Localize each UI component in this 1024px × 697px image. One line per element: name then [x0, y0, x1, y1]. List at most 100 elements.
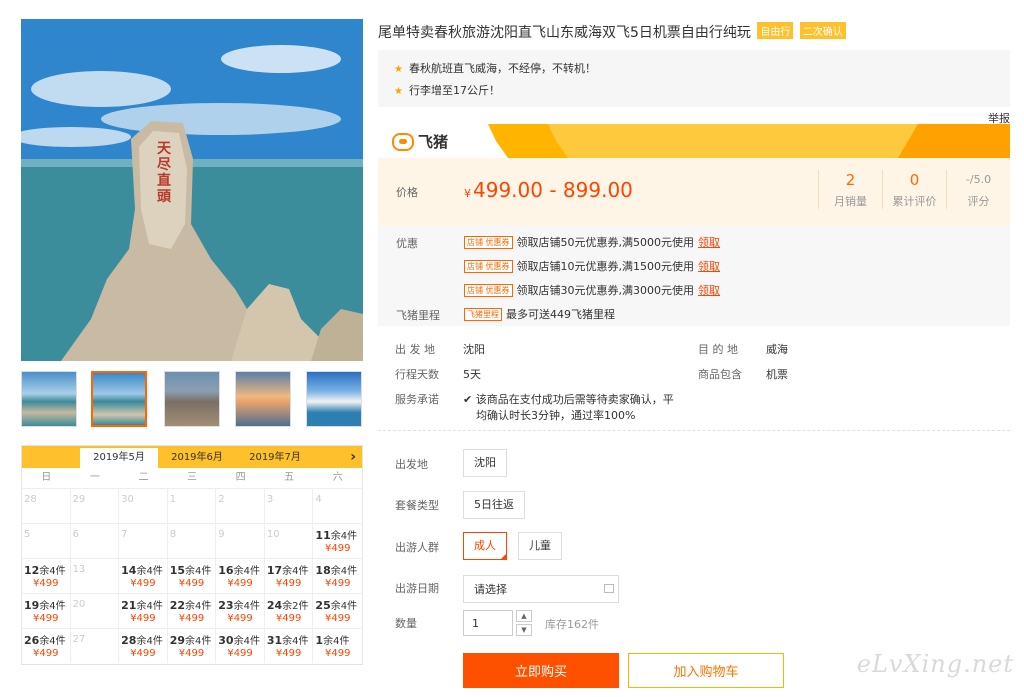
departure-option-button[interactable]: 沈阳 [463, 449, 507, 477]
coupon-row: 店铺 优惠券 领取店铺50元优惠券,满5000元使用 领取 [464, 234, 720, 250]
calendar-day-cell: 9 [216, 523, 265, 558]
stat-label: 累计评价 [892, 195, 937, 208]
quantity-input[interactable] [463, 610, 513, 636]
calendar-day-cell[interactable]: 24余2件 ¥499 [264, 593, 314, 628]
chevron-right-icon[interactable]: › [350, 446, 356, 468]
info-key: 商品包含 [698, 368, 742, 381]
travel-date-input[interactable] [463, 575, 619, 603]
buy-now-button[interactable]: 立即购买 [463, 653, 619, 688]
calendar-day-cell[interactable]: 30余4件 ¥499 [216, 628, 265, 663]
calendar-day-top: 29余4件 [170, 632, 214, 647]
calendar-day-cell[interactable]: 1余4件 ¥499 [313, 628, 362, 663]
calendar-day-top: 2 [218, 492, 262, 505]
section-divider [378, 430, 1010, 431]
calendar-day-stock: 余4件 [233, 566, 260, 577]
calendar-day-cell[interactable]: 15余4件 ¥499 [167, 558, 217, 593]
thumbnail-3[interactable] [164, 371, 220, 427]
currency-symbol: ¥ [464, 187, 471, 200]
calendar-day-stock: 余4件 [233, 601, 260, 612]
calendar-day-cell[interactable]: 11余4件 ¥499 [313, 523, 362, 558]
calendar-day-price: ¥499 [178, 648, 205, 659]
calendar-day-price: ¥499 [227, 613, 253, 624]
calendar-day-cell: 2 [216, 488, 265, 523]
calendar-day-number: 5 [24, 529, 31, 540]
calendar-day-price: ¥499 [275, 578, 302, 589]
calendar-day-stock: 余4件 [39, 566, 66, 577]
calendar-day-cell[interactable]: 21余4件 ¥499 [119, 593, 168, 628]
package-option-button[interactable]: 5日往返 [463, 491, 525, 519]
promo-label: 优惠 [396, 237, 418, 250]
claim-coupon-button[interactable]: 领取 [698, 284, 720, 297]
stat-reviews[interactable]: 0 累计评价 [882, 170, 946, 209]
calendar-day-top: 4 [315, 492, 360, 505]
calendar-day-top: 26余4件 [24, 632, 68, 647]
quantity-increase-button[interactable]: ▲ [516, 610, 532, 622]
calendar-day-cell: 4 [313, 488, 362, 523]
calendar-day-top: 8 [170, 527, 214, 540]
calendar-day-cell[interactable]: 28余4件 ¥499 [119, 628, 168, 663]
calendar-day-cell[interactable]: 12余4件 ¥499 [22, 558, 71, 593]
calendar-day-cell: 30 [119, 488, 168, 523]
calendar-day-price: ¥499 [178, 613, 205, 624]
weekday-label: 日 [41, 472, 52, 483]
claim-coupon-button[interactable]: 领取 [698, 236, 720, 249]
coupon-text: 领取店铺30元优惠券,满3000元使用 [516, 284, 695, 297]
calendar-day-cell[interactable]: 17余4件 ¥499 [264, 558, 314, 593]
calendar-day-cell: 1 [167, 488, 217, 523]
claim-coupon-button[interactable]: 领取 [698, 260, 720, 273]
calendar-day-cell[interactable]: 31余4件 ¥499 [264, 628, 314, 663]
main-product-photo: 天 尽 直 頭 [21, 19, 363, 361]
calendar-day-number: 30 [218, 634, 234, 647]
calendar-day-cell[interactable]: 23余4件 ¥499 [216, 593, 265, 628]
calendar-day-top: 17余4件 [267, 562, 311, 577]
calendar-day-stock: 余4件 [233, 636, 260, 647]
calendar-day-cell[interactable]: 16余4件 ¥499 [216, 558, 265, 593]
highlight-item: ★ 春秋航班直飞威海，不经停，不转机！ [394, 58, 1010, 80]
calendar-day-price: ¥499 [324, 578, 351, 589]
tab-month-july[interactable]: 2019年7月 [236, 448, 314, 468]
info-days-value: 5天 [463, 368, 481, 381]
info-includes: 商品包含 [698, 366, 742, 382]
service-text-line2: 均确认时长3分钟，通过率100% [476, 409, 636, 422]
weekday-label: 三 [187, 472, 198, 483]
stat-value: -/5.0 [965, 173, 992, 186]
calendar-day-top: 14余4件 [121, 562, 165, 577]
price-label: 价格 [396, 186, 418, 199]
calendar-day-cell[interactable]: 19余4件 ¥499 [22, 593, 71, 628]
crowd-child-button[interactable]: 儿童 [518, 532, 562, 560]
crowd-adult-button[interactable]: 成人 [463, 532, 507, 560]
star-icon: ★ [394, 86, 403, 97]
calendar-day-number: 1 [169, 494, 177, 505]
highlight-text: 春秋航班直飞威海，不经停，不转机！ [408, 62, 596, 75]
fliggy-logo: 飞猪 [392, 131, 448, 152]
calendar-day-cell[interactable]: 26余4件 ¥499 [22, 628, 71, 663]
coupon-row: 店铺 优惠券 领取店铺30元优惠券,满3000元使用 领取 [464, 282, 720, 298]
calendar-day-cell[interactable]: 29余4件 ¥499 [167, 628, 217, 663]
brand-bar: 飞猪 [378, 124, 1010, 158]
calendar-day-stock: 余4件 [282, 566, 309, 577]
coupon-tag: 店铺 优惠券 [464, 284, 513, 297]
calendar-day-cell: 13 [70, 558, 120, 593]
calendar-day-cell[interactable]: 18余4件 ¥499 [313, 558, 362, 593]
tab-month-may[interactable]: 2019年5月 [80, 448, 158, 468]
calendar-day-cell[interactable]: 22余4件 ¥499 [167, 593, 217, 628]
quantity-decrease-button[interactable]: ▼ [516, 624, 532, 636]
calendar-icon[interactable] [604, 584, 614, 593]
fliggy-logo-icon [392, 132, 414, 151]
thumbnail-5[interactable] [306, 371, 362, 427]
info-key: 行程天数 [395, 368, 439, 381]
info-service-value: ✔ 该商品在支付成功后需等待卖家确认，平 [463, 391, 674, 407]
calendar-day-stock: 余4件 [282, 636, 309, 647]
thumbnail-2[interactable] [91, 371, 147, 427]
thumbnail-1[interactable] [21, 371, 77, 427]
calendar-day-cell[interactable]: 25余4件 ¥499 [313, 593, 362, 628]
tab-month-june[interactable]: 2019年6月 [158, 448, 236, 468]
thumbnail-4[interactable] [235, 371, 291, 427]
brand-name: 飞猪 [418, 133, 449, 151]
calendar-day-number: 15 [169, 564, 186, 577]
calendar-day-cell[interactable]: 14余4件 ¥499 [119, 558, 168, 593]
coupon-tag: 店铺 优惠券 [464, 236, 513, 249]
coupon-row: 店铺 优惠券 领取店铺10元优惠券,满1500元使用 领取 [464, 258, 720, 274]
info-key: 出 发 地 [395, 343, 435, 356]
add-to-cart-button[interactable]: 加入购物车 [628, 653, 784, 688]
